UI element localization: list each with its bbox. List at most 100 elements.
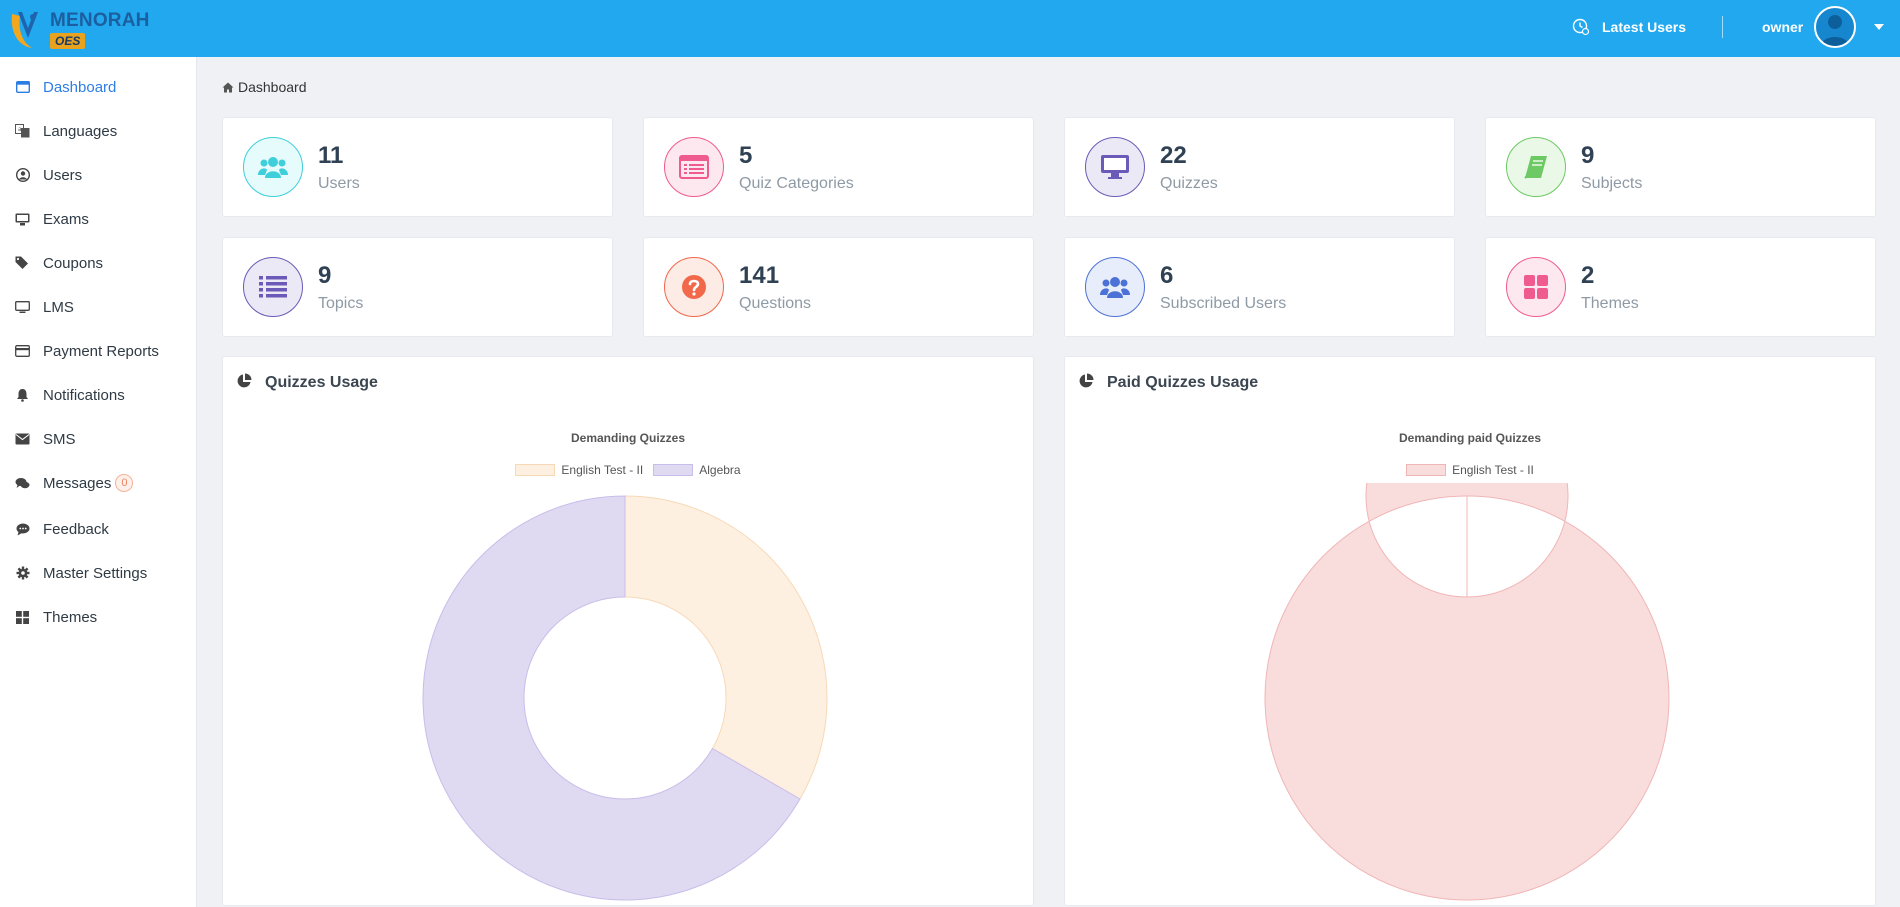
sidebar-item-label: LMS [43, 298, 74, 316]
user-avatar-icon [1821, 15, 1849, 46]
chevron-down-icon[interactable] [1874, 24, 1884, 30]
quizzes-donut-chart [422, 495, 828, 901]
users-icon [1085, 257, 1145, 317]
sidebar-item-languages[interactable]: a Languages [0, 115, 196, 147]
sidebar-item-label: Themes [43, 608, 98, 626]
legend-label: Algebra [699, 463, 741, 477]
brand-name: MENORAH [50, 10, 150, 31]
latest-users-label: Latest Users [1602, 19, 1687, 35]
panel-title: Paid Quizzes Usage [1107, 374, 1259, 391]
sidebar-item-label: SMS [43, 430, 76, 448]
stat-label: Themes [1581, 295, 1639, 312]
sidebar-item-coupons[interactable]: Coupons [0, 247, 196, 279]
monitor-icon [15, 300, 30, 315]
sidebar-item-label: Feedback [43, 520, 109, 538]
legend-item[interactable]: Algebra [653, 463, 741, 477]
quizzes-usage-panel: Quizzes Usage Demanding Quizzes English … [222, 356, 1034, 906]
sidebar-item-label: Messages [43, 474, 112, 492]
stat-label: Topics [318, 295, 364, 312]
logo[interactable]: MENORAH OES [8, 8, 150, 50]
user-clock-icon [1572, 18, 1590, 36]
chart-legend: English Test - II Algebra [223, 463, 1033, 477]
dashboard-icon [15, 80, 30, 95]
language-icon: a [15, 124, 30, 139]
logo-emblem-icon [11, 12, 38, 48]
stat-card-users[interactable]: 11 Users [222, 117, 613, 217]
messages-count-badge: 0 [115, 474, 134, 492]
stat-value: 11 [318, 142, 344, 169]
stat-value: 22 [1160, 142, 1187, 169]
paid-quizzes-usage-panel: Paid Quizzes Usage Demanding paid Quizze… [1064, 356, 1876, 906]
stat-card-questions[interactable]: 141 Questions [643, 237, 1034, 337]
legend-item[interactable]: English Test - II [515, 463, 643, 477]
chart-title: Demanding paid Quizzes [1398, 431, 1542, 445]
legend-swatch [515, 464, 556, 476]
legend-swatch [653, 464, 694, 476]
sidebar-item-themes[interactable]: Themes [0, 601, 196, 633]
brand-sub: OES [50, 33, 86, 49]
sidebar-item-feedback[interactable]: Feedback [0, 513, 196, 545]
legend-item[interactable]: English Test - II [1406, 463, 1534, 477]
stat-card-subjects[interactable]: 9 Subjects [1485, 117, 1876, 217]
sidebar-item-sms[interactable]: SMS [0, 423, 196, 455]
tags-icon [15, 256, 30, 271]
stat-card-quiz-categories[interactable]: 5 Quiz Categories [643, 117, 1034, 217]
sidebar-item-payment-reports[interactable]: Payment Reports [0, 335, 196, 367]
question-icon [664, 257, 724, 317]
grid-icon [1506, 257, 1566, 317]
sidebar-item-master-settings[interactable]: Master Settings [0, 557, 196, 589]
stat-label: Questions [739, 295, 812, 312]
grid-icon [15, 610, 30, 625]
sidebar-item-exams[interactable]: Exams [0, 203, 196, 235]
stat-value: 6 [1160, 262, 1174, 289]
sidebar-item-label: Dashboard [43, 78, 117, 96]
envelope-icon [15, 432, 30, 447]
donut-slice[interactable] [624, 495, 828, 800]
comments-icon [15, 476, 30, 491]
sidebar-item-users[interactable]: Users [0, 159, 196, 191]
paid-quizzes-donut-chart [1264, 483, 1670, 901]
legend-swatch [1406, 464, 1447, 476]
credit-card-icon [15, 344, 30, 359]
desktop-icon [15, 212, 30, 227]
sidebar-item-lms[interactable]: LMS [0, 291, 196, 323]
sidebar-item-label: Master Settings [43, 564, 148, 582]
top-bar: MENORAH OES Latest Users owner [0, 0, 1900, 57]
legend-label: English Test - II [561, 463, 644, 477]
breadcrumb-label: Dashboard [238, 79, 307, 95]
sidebar: Dashboard a Languages Users Exams Coupon… [0, 57, 197, 907]
sidebar-item-label: Users [43, 166, 83, 184]
latest-users-button[interactable]: Latest Users [1572, 16, 1686, 38]
breadcrumb[interactable]: Dashboard [222, 79, 307, 95]
user-circle-icon [15, 168, 30, 183]
list-window-icon [664, 137, 724, 197]
user-name[interactable]: owner [1762, 19, 1803, 35]
stat-card-subscribed-users[interactable]: 6 Subscribed Users [1064, 237, 1455, 337]
stat-label: Quizzes [1160, 175, 1218, 192]
sidebar-item-messages[interactable]: Messages 0 [0, 467, 196, 499]
stat-card-topics[interactable]: 9 Topics [222, 237, 613, 337]
stat-label: Subscribed Users [1160, 295, 1287, 312]
home-icon [222, 82, 234, 92]
sidebar-item-label: Coupons [43, 254, 104, 272]
sidebar-item-notifications[interactable]: Notifications [0, 379, 196, 411]
sidebar-item-label: Payment Reports [43, 342, 159, 360]
divider [1722, 16, 1723, 38]
legend-label: English Test - II [1452, 463, 1534, 477]
stat-value: 9 [318, 262, 332, 289]
stat-card-themes[interactable]: 2 Themes [1485, 237, 1876, 337]
pie-chart-icon [237, 373, 252, 388]
users-icon [243, 137, 303, 197]
sidebar-item-label: Exams [43, 210, 89, 228]
chart-legend: English Test - II [1065, 463, 1875, 477]
stat-card-quizzes[interactable]: 22 Quizzes [1064, 117, 1455, 217]
stat-label: Users [318, 175, 360, 192]
list-icon [243, 257, 303, 317]
pie-chart-icon [1079, 373, 1094, 388]
sidebar-item-dashboard[interactable]: Dashboard [0, 71, 196, 103]
avatar[interactable] [1814, 6, 1856, 48]
sidebar-item-label: Notifications [43, 386, 125, 404]
stat-value: 141 [739, 262, 780, 289]
bell-icon [15, 388, 30, 403]
stat-value: 2 [1581, 262, 1595, 289]
